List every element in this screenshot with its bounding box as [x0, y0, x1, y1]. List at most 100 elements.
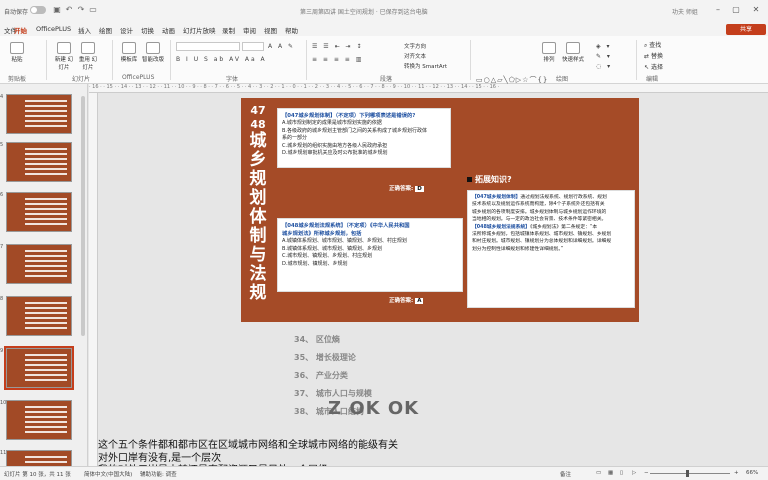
autosave-toggle[interactable]: [30, 6, 46, 14]
answer-value: D: [415, 186, 424, 192]
extension-line: 划分为控制性详细规划和修建性详细规划。”: [472, 246, 564, 252]
template-library-button[interactable]: 模板库: [118, 42, 140, 63]
thumb-number: 6: [0, 192, 4, 198]
save-icon[interactable]: ▣: [52, 5, 62, 15]
autosave-label: 自动保存: [4, 9, 29, 16]
reuse-slides-button[interactable]: 重用 幻灯片: [78, 42, 98, 71]
horizontal-ruler: · 16 · · 15 · · 14 · · 13 · · 12 · · 11 …: [89, 84, 768, 93]
slide-thumbnail[interactable]: [6, 400, 72, 440]
slide-thumbnail[interactable]: [6, 94, 72, 134]
thumb-content: [25, 406, 67, 434]
title-char: 规: [249, 169, 267, 189]
tab-transitions[interactable]: 切换: [141, 25, 154, 35]
present-icon[interactable]: ▭: [88, 5, 98, 15]
font-format-row[interactable]: B I U S ab AV Aa A: [176, 56, 267, 63]
smart-redesign-button[interactable]: 智能改版: [142, 42, 164, 63]
thumb-content: [25, 100, 67, 128]
tab-home[interactable]: 开始: [14, 25, 27, 38]
font-grow-shrink[interactable]: A A ✎: [268, 43, 295, 50]
zoom-in-icon[interactable]: +: [734, 470, 739, 476]
find-button[interactable]: ⌕ 查找: [644, 40, 661, 50]
title-number: 47: [250, 104, 266, 117]
smartart-button[interactable]: 转换为 SmartArt: [404, 62, 447, 70]
minimize-icon[interactable]: –: [712, 4, 724, 16]
slide-thumbnail[interactable]: [6, 296, 72, 336]
thumb-number: 7: [0, 244, 4, 250]
zoom-slider[interactable]: [650, 470, 730, 477]
shape-effects-row[interactable]: ◌ ▾: [596, 63, 612, 70]
tab-review[interactable]: 审阅: [243, 25, 256, 35]
close-icon[interactable]: ✕: [750, 4, 762, 16]
tab-record[interactable]: 录制: [222, 25, 235, 35]
title-char: 法: [249, 264, 267, 284]
current-slide[interactable]: 47 48 城 乡 规 划 体 制 与 法 规 【047城乡规划体制】（不定项）…: [241, 98, 639, 322]
question-box-047[interactable]: 【047城乡规划体制】（不定项）下列哪项表述是错误的? A.城市规划制定的成果是…: [277, 108, 451, 168]
align-buttons-row[interactable]: ≡ ≡ ≡ ≡ ▥: [312, 56, 363, 63]
tab-animations[interactable]: 动画: [162, 25, 175, 35]
title-number: 48: [250, 118, 266, 131]
title-char: 规: [249, 283, 267, 303]
reading-view-icon[interactable]: ▯: [620, 470, 623, 476]
group-drawing-label: 绘图: [556, 76, 569, 83]
notes-list-item: 35、 增长极理论: [294, 353, 356, 362]
shape-outline-row[interactable]: ✎ ▾: [596, 53, 612, 60]
quick-styles-button[interactable]: 快速样式: [562, 42, 584, 63]
thumb-content: [25, 198, 67, 226]
tab-design[interactable]: 设计: [120, 25, 133, 35]
font-name-select[interactable]: [176, 42, 240, 51]
tab-officeplus[interactable]: OfficePLUS: [36, 25, 71, 33]
thumbnail-scrollbar[interactable]: [81, 96, 85, 336]
normal-view-icon[interactable]: ▭: [596, 470, 601, 476]
slide-thumbnail[interactable]: [6, 244, 72, 284]
list-buttons-row[interactable]: ☰ ☰ ⇤ ⇥ ↕: [312, 43, 363, 50]
slideshow-view-icon[interactable]: ▷: [632, 470, 636, 476]
tab-view[interactable]: 视图: [264, 25, 277, 35]
replace-button[interactable]: ⇄ 替换: [644, 51, 663, 60]
accessibility-status[interactable]: 辅助功能: 调查: [140, 470, 177, 478]
thumb-number: 9: [0, 348, 4, 354]
title-char: 与: [249, 245, 267, 265]
slide-thumbnail[interactable]: [6, 142, 72, 182]
tab-slideshow[interactable]: 幻灯片放映: [183, 25, 216, 35]
font-size-select[interactable]: [242, 42, 264, 51]
question-heading: 【047城乡规划体制】（不定项）下列哪项表述是错误的?: [282, 113, 416, 119]
question-option: A.城市规划制定的成果是城市规划实施的依据: [282, 120, 382, 126]
redo-icon[interactable]: ↷: [76, 5, 86, 15]
thumb-number: 4: [0, 94, 4, 100]
extension-knowledge-label: 拓展知识?: [467, 174, 512, 185]
align-text-button[interactable]: 对齐文本: [404, 52, 426, 60]
quick-styles-icon: [566, 42, 580, 54]
maximize-icon[interactable]: ▢: [730, 4, 742, 16]
user-name[interactable]: 功夫 师姐: [672, 7, 698, 16]
title-char: 制: [249, 226, 267, 246]
text-direction-button[interactable]: 文字方向: [404, 42, 426, 50]
extension-knowledge-box[interactable]: 【047城乡规划体制】通过规划法规系统、规划行政系统、规划 技术系统以及规划运作…: [467, 190, 635, 308]
shape-fill-row[interactable]: ◈ ▾: [596, 43, 612, 50]
slide-thumbnail[interactable]: [6, 450, 72, 466]
notes-button[interactable]: 备注: [560, 470, 571, 478]
tab-insert[interactable]: 插入: [78, 25, 91, 35]
share-button[interactable]: 共享: [726, 24, 766, 35]
answer-value: A: [415, 298, 424, 304]
undo-icon[interactable]: ↶: [64, 5, 74, 15]
language-status[interactable]: 简体中文(中国大陆): [84, 470, 132, 478]
arrange-button[interactable]: 排列: [540, 42, 558, 63]
slide-thumbnail[interactable]: [6, 192, 72, 232]
answer-047: 正确答案: D: [389, 186, 424, 192]
vertical-title: 47 48 城 乡 规 划 体 制 与 法 规: [247, 104, 269, 303]
arrange-icon: [542, 42, 556, 54]
tab-help[interactable]: 帮助: [285, 25, 298, 35]
cursor-icon: ↖: [644, 64, 651, 71]
select-button[interactable]: ↖ 选择: [644, 62, 663, 71]
new-slide-button[interactable]: 新建 幻灯片: [54, 42, 74, 71]
paste-button[interactable]: 粘贴: [6, 42, 28, 63]
slide-thumbnail-selected[interactable]: [4, 346, 74, 390]
sorter-view-icon[interactable]: ▦: [608, 470, 613, 476]
question-box-048[interactable]: 【048城乡规划法规系统】（不定项）《中华人民共和国 城乡规划法》所称城乡规划，…: [277, 218, 463, 292]
thumb-content: [25, 148, 67, 176]
tab-draw[interactable]: 绘图: [99, 25, 112, 35]
zoom-out-icon[interactable]: −: [644, 470, 649, 476]
extension-line: 【047城乡规划体制】通过规划法规系统、规划行政系统、规划: [472, 195, 607, 200]
divider: [306, 40, 307, 80]
zoom-level[interactable]: 66%: [746, 470, 758, 476]
